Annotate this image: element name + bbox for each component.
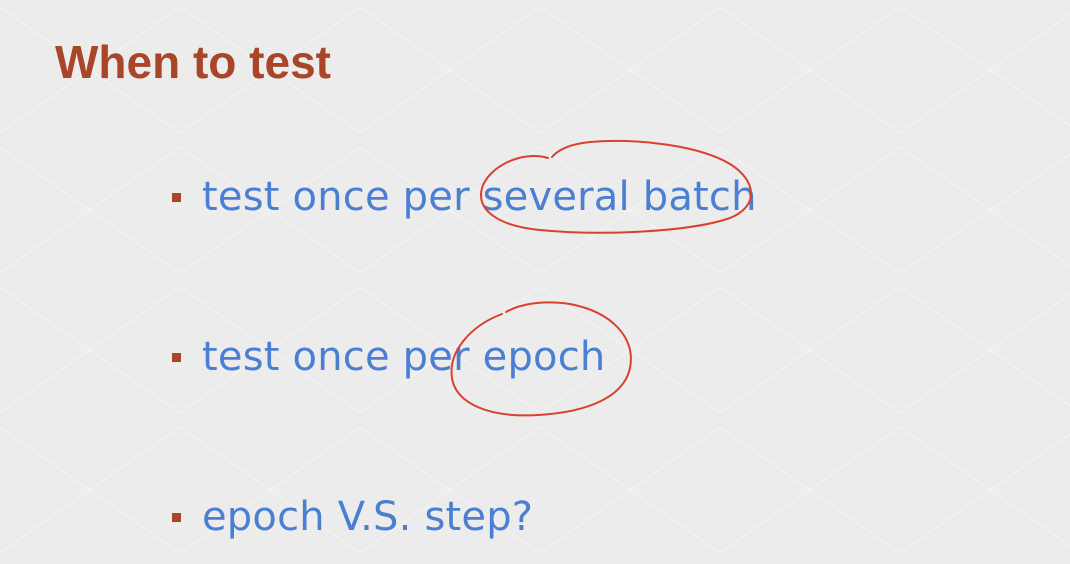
slide-title: When to test (55, 36, 331, 88)
square-bullet-icon (172, 512, 181, 522)
bullet-text-1: test once per several batch (202, 174, 757, 220)
square-bullet-icon (172, 352, 181, 362)
bullet-item-2: test once per epoch (172, 327, 605, 387)
bullet-item-1: test once per several batch (172, 167, 757, 227)
bullet-item-3: epoch V.S. step? (172, 487, 533, 547)
square-bullet-icon (172, 192, 181, 202)
bullet-text-2: test once per epoch (202, 334, 606, 380)
bullet-text-3: epoch V.S. step? (202, 494, 534, 540)
slide: When to test test once per several batch… (0, 0, 1070, 564)
